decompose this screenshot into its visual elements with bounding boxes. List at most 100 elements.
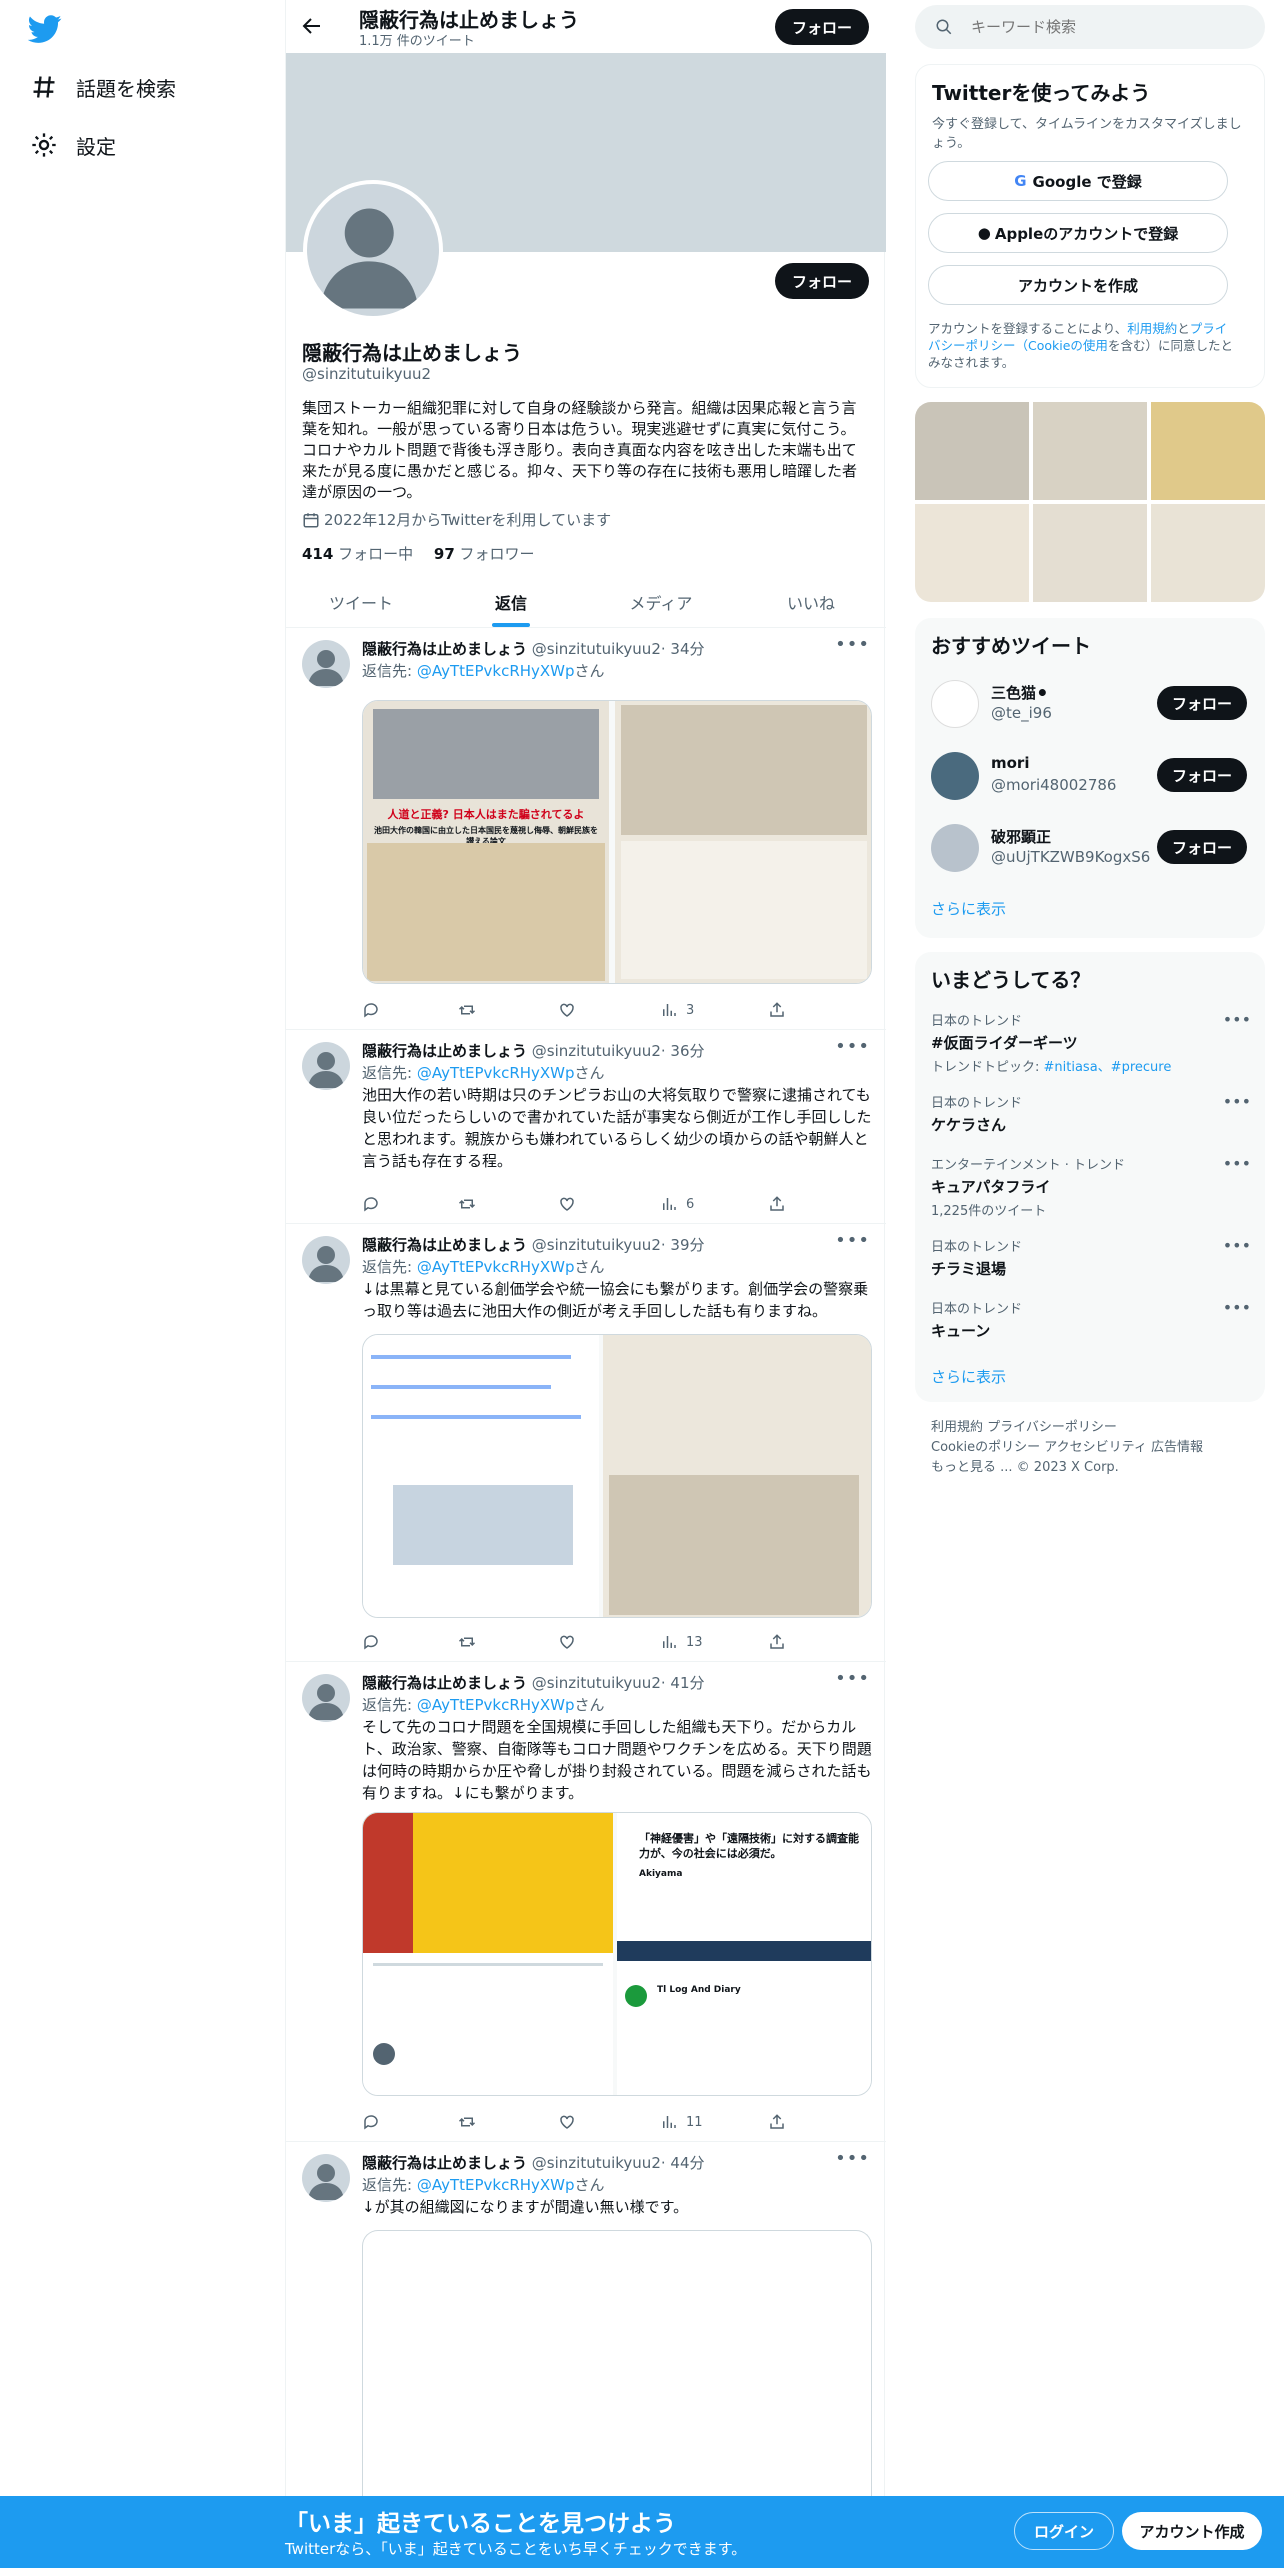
user-avatar[interactable] xyxy=(931,680,979,728)
retweet-button[interactable] xyxy=(458,1632,484,1652)
create-account-button[interactable]: アカウントを作成 xyxy=(928,265,1228,305)
more-icon[interactable]: ••• xyxy=(835,1036,870,1057)
twitter-logo-icon[interactable] xyxy=(27,12,62,46)
tweet-avatar[interactable] xyxy=(302,1042,350,1090)
more-icon[interactable]: ••• xyxy=(835,1230,870,1251)
search-box[interactable] xyxy=(915,5,1265,49)
reply-to-link[interactable]: @AyTtEPvkcRHyXWp xyxy=(417,1696,575,1714)
tweet-avatar[interactable] xyxy=(302,640,350,688)
terms-link[interactable]: 利用規約 xyxy=(1127,321,1177,336)
media-thumb[interactable] xyxy=(1033,504,1147,602)
more-icon[interactable]: ••• xyxy=(835,634,870,655)
media-thumb[interactable] xyxy=(1033,402,1147,500)
share-button[interactable] xyxy=(768,2112,794,2132)
tweet-media[interactable]: 「神経優害」や「遠隔技術」に対する調査能力が、今の社会には必須だ。 Akiyam… xyxy=(362,1812,872,2096)
google-signup-button[interactable]: G Google で登録 xyxy=(928,161,1228,201)
trends-show-more[interactable]: さらに表示 xyxy=(931,1366,1006,1387)
followers-link[interactable]: 97 フォロワー xyxy=(434,545,535,563)
reply-to-link[interactable]: @AyTtEPvkcRHyXWp xyxy=(417,1064,575,1082)
media-grid[interactable] xyxy=(915,402,1265,602)
share-button[interactable] xyxy=(768,1194,794,1214)
tweet-time[interactable]: · 39分 xyxy=(661,1236,705,1254)
trend-item[interactable]: 日本のトレンド キューン ••• xyxy=(931,1298,1251,1341)
footer-line-2[interactable]: Cookieのポリシー アクセシビリティ 広告情報 xyxy=(931,1438,1261,1458)
reply-to-link[interactable]: @AyTtEPvkcRHyXWp xyxy=(417,2176,575,2194)
media-thumb[interactable] xyxy=(1151,402,1265,500)
tweet-time[interactable]: · 41分 xyxy=(661,1674,705,1692)
share-button[interactable] xyxy=(768,1632,794,1652)
tab-replies[interactable]: 返信 xyxy=(436,575,586,628)
reply-button[interactable] xyxy=(362,2112,388,2132)
like-button[interactable] xyxy=(558,1632,584,1652)
retweet-button[interactable] xyxy=(458,2112,484,2132)
tweet-avatar[interactable] xyxy=(302,2154,350,2202)
views-button[interactable]: 13 xyxy=(660,1632,703,1652)
trend-item[interactable]: エンターテインメント · トレンド キュアパタフライ 1,225件のツイート •… xyxy=(931,1154,1251,1219)
tweet-time[interactable]: · 34分 xyxy=(661,640,705,658)
apple-signup-button[interactable]: ● Appleのアカウントで登録 xyxy=(928,213,1228,253)
tweet[interactable]: 隠蔽行為は止めましょう @sinzitutuikyuu2· 34分 ••• 返信… xyxy=(286,628,886,1030)
tweet-author-name[interactable]: 隠蔽行為は止めましょう xyxy=(362,1674,527,1692)
reply-button[interactable] xyxy=(362,1632,388,1652)
tweet-media[interactable]: 人道と正義? 日本人はまた騙されてるよ 池田大作の韓国に由立した日本国民を蔑視し… xyxy=(362,700,872,984)
nav-settings[interactable]: 設定 xyxy=(30,123,116,167)
following-link[interactable]: 414 フォロー中 xyxy=(302,545,413,563)
profile-avatar[interactable] xyxy=(303,180,443,320)
trend-item[interactable]: 日本のトレンド チラミ退場 ••• xyxy=(931,1236,1251,1279)
recommended-user[interactable]: mori @mori48002786 フォロー xyxy=(931,750,1251,800)
follow-button[interactable]: フォロー xyxy=(1157,830,1247,864)
views-button[interactable]: 3 xyxy=(660,1000,694,1020)
tweet-avatar[interactable] xyxy=(302,1674,350,1722)
more-icon[interactable]: ••• xyxy=(1223,1010,1251,1029)
more-icon[interactable]: ••• xyxy=(1223,1298,1251,1317)
tweet[interactable]: 隠蔽行為は止めましょう @sinzitutuikyuu2· 39分 ••• 返信… xyxy=(286,1224,886,1662)
tweet-author-name[interactable]: 隠蔽行為は止めましょう xyxy=(362,2154,527,2172)
trend-item[interactable]: 日本のトレンド #仮面ライダーギーツ トレンドトピック: #nitiasa、#p… xyxy=(931,1010,1251,1075)
footer-line-1[interactable]: 利用規約 プライバシーポリシー xyxy=(931,1418,1261,1438)
views-button[interactable]: 11 xyxy=(660,2112,703,2132)
tab-tweets[interactable]: ツイート xyxy=(286,575,436,628)
like-button[interactable] xyxy=(558,2112,584,2132)
media-thumb[interactable] xyxy=(915,402,1029,500)
recommended-show-more[interactable]: さらに表示 xyxy=(931,898,1006,919)
trend-topics-links[interactable]: #nitiasa、#precure xyxy=(1044,1060,1172,1075)
tweet-avatar[interactable] xyxy=(302,1236,350,1284)
more-icon[interactable]: ••• xyxy=(1223,1236,1251,1255)
nav-explore[interactable]: 話題を検索 xyxy=(30,65,176,109)
user-avatar[interactable] xyxy=(931,752,979,800)
footer-line-3[interactable]: もっと見る ... © 2023 X Corp. xyxy=(931,1458,1261,1478)
more-icon[interactable]: ••• xyxy=(1223,1092,1251,1111)
tab-media[interactable]: メディア xyxy=(586,575,736,628)
views-button[interactable]: 6 xyxy=(660,1194,694,1214)
share-button[interactable] xyxy=(768,1000,794,1020)
tweet-author-name[interactable]: 隠蔽行為は止めましょう xyxy=(362,1236,527,1254)
tweet-author-name[interactable]: 隠蔽行為は止めましょう xyxy=(362,1042,527,1060)
follow-button[interactable]: フォロー xyxy=(1157,686,1247,720)
tweet[interactable]: 隠蔽行為は止めましょう @sinzitutuikyuu2· 36分 ••• 返信… xyxy=(286,1030,886,1224)
reply-button[interactable] xyxy=(362,1000,388,1020)
like-button[interactable] xyxy=(558,1194,584,1214)
reply-to-link[interactable]: @AyTtEPvkcRHyXWp xyxy=(417,662,575,680)
signup-button[interactable]: アカウント作成 xyxy=(1122,2512,1262,2550)
trend-item[interactable]: 日本のトレンド ケケラさん ••• xyxy=(931,1092,1251,1135)
login-button[interactable]: ログイン xyxy=(1014,2512,1114,2550)
retweet-button[interactable] xyxy=(458,1000,484,1020)
recommended-user[interactable]: 三色猫⚫ @te_i96 フォロー xyxy=(931,678,1251,728)
follow-button[interactable]: フォロー xyxy=(1157,758,1247,792)
back-arrow-icon[interactable] xyxy=(300,14,326,40)
media-thumb[interactable] xyxy=(1151,504,1265,602)
recommended-user[interactable]: 破邪顕正 @uUjTKZWB9KogxS6 フォロー xyxy=(931,822,1251,872)
more-icon[interactable]: ••• xyxy=(835,2148,870,2169)
search-input[interactable] xyxy=(971,15,1241,39)
reply-button[interactable] xyxy=(362,1194,388,1214)
reply-to-link[interactable]: @AyTtEPvkcRHyXWp xyxy=(417,1258,575,1276)
tweet-time[interactable]: · 36分 xyxy=(661,1042,705,1060)
tab-likes[interactable]: いいね xyxy=(736,575,886,628)
tweet-author-name[interactable]: 隠蔽行為は止めましょう xyxy=(362,640,527,658)
tweet[interactable]: 隠蔽行為は止めましょう @sinzitutuikyuu2· 41分 ••• 返信… xyxy=(286,1662,886,2142)
user-avatar[interactable] xyxy=(931,824,979,872)
like-button[interactable] xyxy=(558,1000,584,1020)
profile-follow-button[interactable]: フォロー xyxy=(775,263,869,299)
retweet-button[interactable] xyxy=(458,1194,484,1214)
more-icon[interactable]: ••• xyxy=(1223,1154,1251,1173)
